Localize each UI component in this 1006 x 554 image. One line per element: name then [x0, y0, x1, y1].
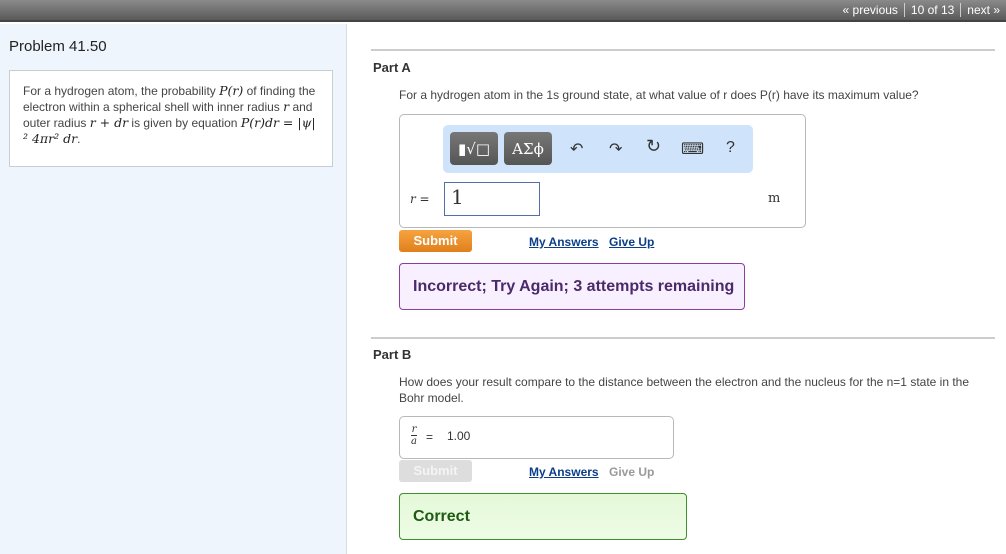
problem-navigation: « previous 10 of 13 next »	[837, 3, 1006, 17]
unit-label: m	[768, 191, 781, 206]
text: is given by equation	[128, 116, 241, 130]
undo-icon[interactable]: ↶	[570, 139, 583, 159]
submit-button-disabled: Submit	[399, 460, 472, 482]
part-b-answer-box: r a = 1.00	[399, 416, 674, 459]
give-up-link[interactable]: Give Up	[609, 235, 654, 249]
divider	[371, 49, 995, 51]
part-a-label: Part A	[373, 60, 411, 75]
templates-button[interactable]: ▮√□	[450, 132, 498, 165]
problem-sidebar: Problem 41.50 For a hydrogen atom, the p…	[0, 24, 347, 554]
answer-input[interactable]: 1	[444, 182, 540, 216]
top-bar: « previous 10 of 13 next »	[0, 0, 1006, 22]
incorrect-feedback: Incorrect; Try Again; 3 attempts remaini…	[399, 263, 745, 310]
denominator: a	[411, 436, 417, 447]
symbols-button[interactable]: ΑΣϕ	[504, 132, 552, 165]
redo-icon[interactable]: ↷	[609, 139, 622, 159]
part-b-label: Part B	[373, 347, 412, 362]
my-answers-link[interactable]: My Answers	[529, 465, 599, 479]
position-indicator: 10 of 13	[903, 3, 960, 17]
problem-statement: For a hydrogen atom, the probability P(r…	[9, 70, 333, 167]
keyboard-icon[interactable]: ⌨	[681, 139, 704, 159]
part-a-answer-box: ▮√□ ΑΣϕ ↶ ↷ ↻ ⌨ ? r = 1 m	[399, 114, 806, 228]
my-answers-link[interactable]: My Answers	[529, 235, 599, 249]
answer-value: 1.00	[447, 429, 471, 443]
text: For a hydrogen atom, the probability	[23, 84, 220, 98]
math: P(r)	[219, 83, 244, 98]
submit-button[interactable]: Submit	[399, 230, 472, 252]
help-icon[interactable]: ?	[726, 139, 735, 157]
give-up-link-disabled: Give Up	[609, 465, 655, 479]
part-a-question: For a hydrogen atom in the 1s ground sta…	[399, 88, 919, 102]
reset-icon[interactable]: ↻	[646, 136, 661, 157]
math-toolbar: ▮√□ ΑΣϕ ↶ ↷ ↻ ⌨ ?	[443, 125, 753, 173]
previous-link[interactable]: « previous	[837, 3, 904, 17]
correct-feedback: Correct	[399, 493, 687, 540]
math: r + dr	[89, 115, 129, 130]
part-b-question: How does your result compare to the dist…	[399, 375, 970, 405]
divider	[371, 337, 995, 339]
equals: =	[426, 430, 434, 444]
variable-label: r =	[410, 192, 430, 206]
text: .	[77, 132, 81, 146]
numerator: r	[411, 424, 417, 436]
next-link[interactable]: next »	[960, 3, 1006, 17]
fraction: r a	[411, 424, 417, 447]
problem-title: Problem 41.50	[9, 38, 107, 55]
